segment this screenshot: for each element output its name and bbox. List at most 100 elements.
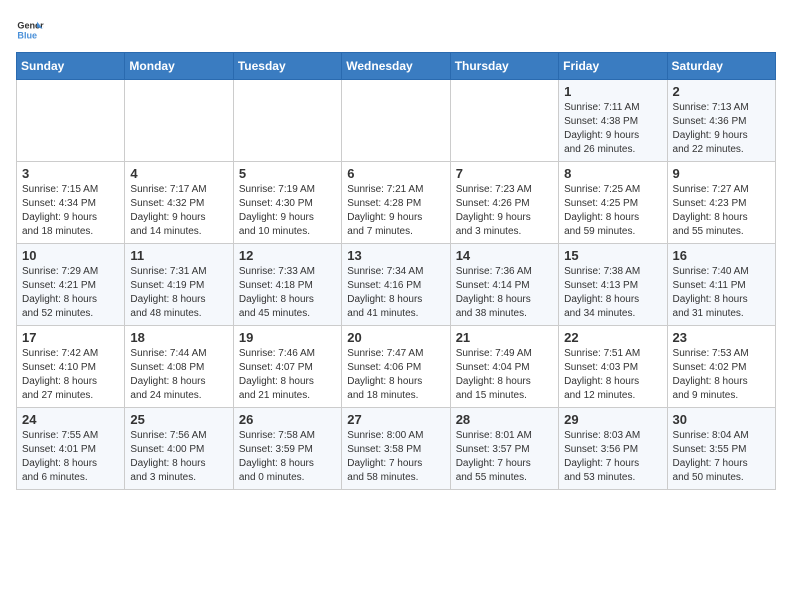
day-info: Sunrise: 7:23 AM Sunset: 4:26 PM Dayligh… [456, 183, 553, 239]
calendar-cell: 14 Sunrise: 7:36 AM Sunset: 4:14 PM Dayli… [450, 244, 558, 326]
logo-icon: General Blue [16, 16, 44, 44]
day-number: 10 [22, 248, 119, 263]
calendar-cell: 7 Sunrise: 7:23 AM Sunset: 4:26 PM Daylig… [450, 162, 558, 244]
calendar-cell: 3 Sunrise: 7:15 AM Sunset: 4:34 PM Daylig… [17, 162, 125, 244]
day-info: Sunrise: 7:34 AM Sunset: 4:16 PM Dayligh… [347, 265, 444, 321]
day-info: Sunrise: 7:55 AM Sunset: 4:01 PM Dayligh… [22, 429, 119, 485]
day-header: Thursday [450, 53, 558, 80]
day-header: Friday [559, 53, 667, 80]
day-header: Sunday [17, 53, 125, 80]
day-info: Sunrise: 7:46 AM Sunset: 4:07 PM Dayligh… [239, 347, 336, 403]
calendar-cell: 16 Sunrise: 7:40 AM Sunset: 4:11 PM Dayli… [667, 244, 775, 326]
day-number: 17 [22, 330, 119, 345]
calendar-cell: 13 Sunrise: 7:34 AM Sunset: 4:16 PM Dayli… [342, 244, 450, 326]
calendar-cell [233, 80, 341, 162]
day-info: Sunrise: 7:21 AM Sunset: 4:28 PM Dayligh… [347, 183, 444, 239]
day-number: 20 [347, 330, 444, 345]
day-info: Sunrise: 7:11 AM Sunset: 4:38 PM Dayligh… [564, 101, 661, 157]
day-info: Sunrise: 7:53 AM Sunset: 4:02 PM Dayligh… [673, 347, 770, 403]
day-number: 11 [130, 248, 227, 263]
day-number: 18 [130, 330, 227, 345]
calendar-cell: 20Sunrise: 7:47 AM Sunset: 4:06 PM Dayli… [342, 326, 450, 408]
calendar-cell: 27 Sunrise: 8:00 AM Sunset: 3:58 PM Dayli… [342, 408, 450, 490]
calendar-cell: 17 Sunrise: 7:42 AM Sunset: 4:10 PM Dayli… [17, 326, 125, 408]
calendar-cell: 4 Sunrise: 7:17 AM Sunset: 4:32 PM Daylig… [125, 162, 233, 244]
calendar-cell: 12Sunrise: 7:33 AM Sunset: 4:18 PM Dayli… [233, 244, 341, 326]
day-header: Monday [125, 53, 233, 80]
calendar-cell: 10 Sunrise: 7:29 AM Sunset: 4:21 PM Dayli… [17, 244, 125, 326]
day-info: Sunrise: 7:15 AM Sunset: 4:34 PM Dayligh… [22, 183, 119, 239]
day-info: Sunrise: 7:25 AM Sunset: 4:25 PM Dayligh… [564, 183, 661, 239]
day-number: 16 [673, 248, 770, 263]
day-number: 29 [564, 412, 661, 427]
calendar-cell: 1 Sunrise: 7:11 AM Sunset: 4:38 PM Daylig… [559, 80, 667, 162]
day-number: 6 [347, 166, 444, 181]
day-info: Sunrise: 7:44 AM Sunset: 4:08 PM Dayligh… [130, 347, 227, 403]
calendar-cell: 28Sunrise: 8:01 AM Sunset: 3:57 PM Dayli… [450, 408, 558, 490]
day-info: Sunrise: 7:13 AM Sunset: 4:36 PM Dayligh… [673, 101, 770, 157]
day-info: Sunrise: 7:19 AM Sunset: 4:30 PM Dayligh… [239, 183, 336, 239]
calendar-cell: 23 Sunrise: 7:53 AM Sunset: 4:02 PM Dayli… [667, 326, 775, 408]
calendar-cell: 15Sunrise: 7:38 AM Sunset: 4:13 PM Dayli… [559, 244, 667, 326]
day-info: Sunrise: 8:00 AM Sunset: 3:58 PM Dayligh… [347, 429, 444, 485]
day-info: Sunrise: 8:04 AM Sunset: 3:55 PM Dayligh… [673, 429, 770, 485]
day-number: 28 [456, 412, 553, 427]
day-info: Sunrise: 7:58 AM Sunset: 3:59 PM Dayligh… [239, 429, 336, 485]
day-number: 24 [22, 412, 119, 427]
day-number: 1 [564, 84, 661, 99]
calendar-cell: 26Sunrise: 7:58 AM Sunset: 3:59 PM Dayli… [233, 408, 341, 490]
calendar-week-row: 3 Sunrise: 7:15 AM Sunset: 4:34 PM Daylig… [17, 162, 776, 244]
day-number: 22 [564, 330, 661, 345]
day-number: 9 [673, 166, 770, 181]
day-number: 4 [130, 166, 227, 181]
day-number: 12 [239, 248, 336, 263]
day-header: Saturday [667, 53, 775, 80]
day-info: Sunrise: 7:17 AM Sunset: 4:32 PM Dayligh… [130, 183, 227, 239]
page-header: General Blue [16, 16, 776, 44]
svg-text:Blue: Blue [17, 30, 37, 40]
day-header: Tuesday [233, 53, 341, 80]
calendar-cell: 29 Sunrise: 8:03 AM Sunset: 3:56 PM Dayli… [559, 408, 667, 490]
calendar-cell: 2 Sunrise: 7:13 AM Sunset: 4:36 PM Daylig… [667, 80, 775, 162]
day-number: 30 [673, 412, 770, 427]
calendar-cell: 24 Sunrise: 7:55 AM Sunset: 4:01 PM Dayli… [17, 408, 125, 490]
calendar-cell: 11 Sunrise: 7:31 AM Sunset: 4:19 PM Dayli… [125, 244, 233, 326]
day-number: 27 [347, 412, 444, 427]
calendar-header-row: SundayMondayTuesdayWednesdayThursdayFrid… [17, 53, 776, 80]
day-info: Sunrise: 7:36 AM Sunset: 4:14 PM Dayligh… [456, 265, 553, 321]
calendar-cell: 5Sunrise: 7:19 AM Sunset: 4:30 PM Daylig… [233, 162, 341, 244]
logo: General Blue [16, 16, 44, 44]
calendar-cell: 18 Sunrise: 7:44 AM Sunset: 4:08 PM Dayli… [125, 326, 233, 408]
day-number: 7 [456, 166, 553, 181]
calendar-week-row: 17 Sunrise: 7:42 AM Sunset: 4:10 PM Dayli… [17, 326, 776, 408]
calendar-cell: 25 Sunrise: 7:56 AM Sunset: 4:00 PM Dayli… [125, 408, 233, 490]
day-number: 2 [673, 84, 770, 99]
calendar-cell: 30 Sunrise: 8:04 AM Sunset: 3:55 PM Dayli… [667, 408, 775, 490]
day-info: Sunrise: 7:40 AM Sunset: 4:11 PM Dayligh… [673, 265, 770, 321]
day-number: 14 [456, 248, 553, 263]
calendar-cell: 21Sunrise: 7:49 AM Sunset: 4:04 PM Dayli… [450, 326, 558, 408]
day-number: 15 [564, 248, 661, 263]
day-info: Sunrise: 7:56 AM Sunset: 4:00 PM Dayligh… [130, 429, 227, 485]
day-number: 25 [130, 412, 227, 427]
calendar-cell: 6 Sunrise: 7:21 AM Sunset: 4:28 PM Daylig… [342, 162, 450, 244]
calendar-cell [125, 80, 233, 162]
day-info: Sunrise: 8:03 AM Sunset: 3:56 PM Dayligh… [564, 429, 661, 485]
day-info: Sunrise: 7:42 AM Sunset: 4:10 PM Dayligh… [22, 347, 119, 403]
calendar-cell: 19 Sunrise: 7:46 AM Sunset: 4:07 PM Dayli… [233, 326, 341, 408]
calendar-week-row: 1 Sunrise: 7:11 AM Sunset: 4:38 PM Daylig… [17, 80, 776, 162]
calendar-week-row: 10 Sunrise: 7:29 AM Sunset: 4:21 PM Dayli… [17, 244, 776, 326]
calendar-cell [17, 80, 125, 162]
calendar-table: SundayMondayTuesdayWednesdayThursdayFrid… [16, 52, 776, 490]
calendar-cell: 9Sunrise: 7:27 AM Sunset: 4:23 PM Daylig… [667, 162, 775, 244]
day-info: Sunrise: 7:31 AM Sunset: 4:19 PM Dayligh… [130, 265, 227, 321]
day-number: 13 [347, 248, 444, 263]
calendar-cell: 8Sunrise: 7:25 AM Sunset: 4:25 PM Daylig… [559, 162, 667, 244]
calendar-week-row: 24 Sunrise: 7:55 AM Sunset: 4:01 PM Dayli… [17, 408, 776, 490]
calendar-cell: 22Sunrise: 7:51 AM Sunset: 4:03 PM Dayli… [559, 326, 667, 408]
day-number: 3 [22, 166, 119, 181]
day-info: Sunrise: 7:49 AM Sunset: 4:04 PM Dayligh… [456, 347, 553, 403]
day-info: Sunrise: 7:29 AM Sunset: 4:21 PM Dayligh… [22, 265, 119, 321]
day-number: 23 [673, 330, 770, 345]
day-number: 19 [239, 330, 336, 345]
